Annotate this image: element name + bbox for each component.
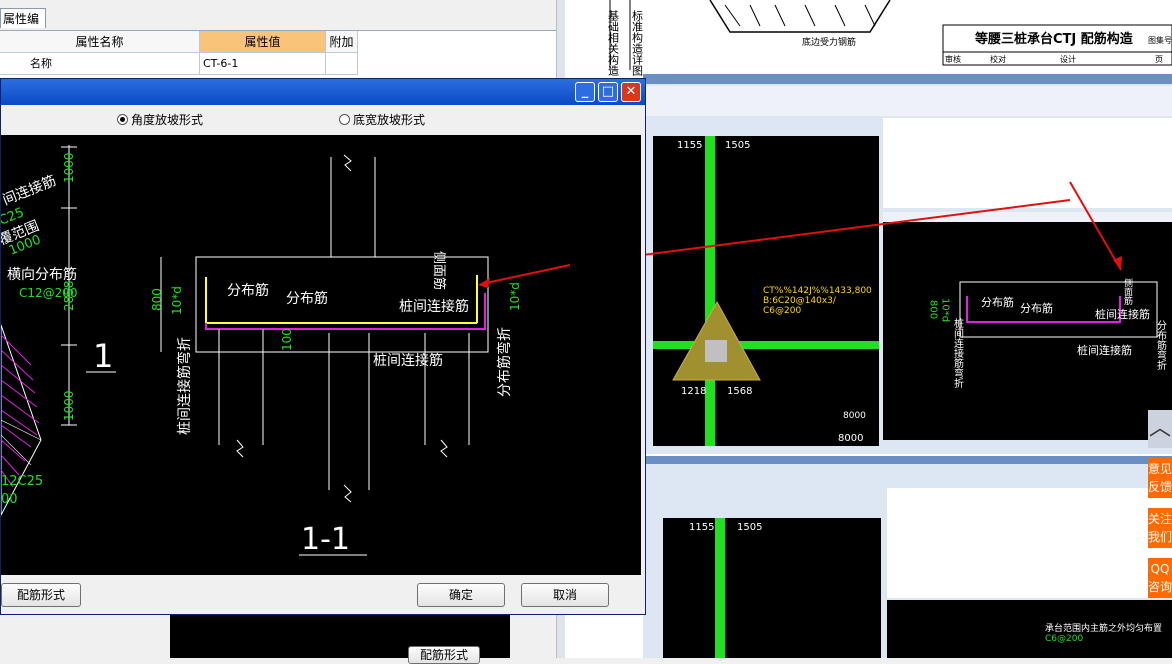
top-dim-4: 1568 — [727, 386, 752, 397]
bottom-note-2: C6@200 — [1045, 634, 1083, 644]
sheet-title-block: 审核 — [945, 54, 961, 64]
reference-images: 基础相关构造 标准构造详图 底边受力钢筋 等腰三桩承台CTJ 配筋构造 审核 校… — [565, 0, 1172, 658]
bottom-dim-1: 1155 — [689, 522, 714, 533]
top-sec-label-4: 桩间连接筋 — [1077, 343, 1132, 357]
maximize-button[interactable]: □ — [598, 82, 618, 102]
plan-section-mark: 1 — [93, 337, 113, 375]
close-button[interactable]: ✕ — [621, 82, 641, 102]
radio-angle-slope[interactable]: 角度放坡形式 — [117, 111, 203, 128]
sheet-side-text-1: 基础相关构造 — [607, 10, 620, 76]
svg-text:校对: 校对 — [990, 54, 1006, 64]
cad-preview-canvas[interactable]: 1000 2858 1000 间连接筋 C25 覆范围 1000 横向分布筋 C… — [1, 135, 641, 575]
svg-text:图集号: 图集号 — [1148, 35, 1172, 45]
column-header-name[interactable]: 属性名称 — [0, 31, 200, 53]
slope-form-options: 角度放坡形式 底宽放坡形式 — [1, 107, 645, 131]
feedback-widget[interactable]: 意见反馈 — [1148, 458, 1172, 498]
section-dim-2: 10*d — [170, 286, 184, 315]
plan-label-1: 间连接筋 — [1, 172, 58, 209]
top-sec-label-7: 分布筋弯折 — [1155, 320, 1167, 371]
radio-width-label: 底宽放坡形式 — [353, 113, 426, 127]
top-sec-label-2: 分布筋 — [1020, 301, 1053, 315]
top-sec-dim-2: 10*d — [940, 298, 951, 322]
section-label-3: 桩间连接筋 — [399, 298, 469, 315]
tab-property-edit[interactable]: 属性编辑 — [0, 8, 46, 46]
section-label-7: 侧面筋 — [431, 251, 447, 290]
section-label-4: 桩间连接筋 — [373, 352, 443, 369]
cancel-button[interactable]: 取消 — [521, 583, 609, 607]
section-dim-1: 800 — [150, 288, 164, 311]
section-dim-4: 10*d — [508, 282, 522, 311]
qq-widget[interactable]: QQ咨询 — [1148, 558, 1172, 598]
rebar-dialog: _ □ ✕ 角度放坡形式 底宽放坡形式 1000 2858 1000 间连接筋 — [0, 78, 646, 615]
section-label-5: 桩间连接筋弯折 — [176, 337, 193, 435]
column-header-value[interactable]: 属性值 — [200, 31, 326, 53]
top-sec-label-6: 桩间连接筋弯折 — [952, 317, 964, 389]
top-dim-1: 1155 — [677, 140, 702, 151]
radio-unchecked-icon[interactable] — [339, 114, 350, 125]
property-value-cell[interactable]: CT-6-1 — [200, 53, 326, 75]
scroll-up-icon[interactable]: ︿ — [1148, 410, 1172, 448]
dialog-titlebar[interactable]: _ □ ✕ — [1, 79, 645, 105]
column-header-extra[interactable]: 附加 — [326, 31, 358, 53]
section-dim-3: 100 — [280, 328, 294, 351]
plan-label-8: 00 — [1, 492, 18, 507]
bottom-note: 承台范围内主筋之外均匀布置 — [1045, 622, 1162, 634]
bottom-form-button[interactable]: 配筋形式 — [408, 646, 480, 664]
dialog-button-row: 配筋形式 确定 取消 — [1, 577, 645, 614]
ok-button[interactable]: 确定 — [417, 583, 505, 607]
sheet-title: 等腰三桩承台CTJ 配筋构造 — [974, 31, 1134, 47]
radio-checked-icon[interactable] — [117, 114, 128, 125]
top-dim-3: 1218 — [681, 386, 706, 397]
rebar-diagram: 1000 2858 1000 间连接筋 C25 覆范围 1000 横向分布筋 C… — [1, 145, 522, 557]
reference-drawing: 基础相关构造 标准构造详图 底边受力钢筋 等腰三桩承台CTJ 配筋构造 审核 校… — [565, 0, 1172, 658]
top-sec-label-3: 桩间连接筋 — [1095, 307, 1150, 321]
top-dim-6: 8000 — [838, 433, 863, 444]
sheet-side-text-2: 标准构造详图 — [631, 9, 644, 77]
plan-label-6: C12@200 — [19, 286, 78, 300]
plan-label-7: 12C25 — [1, 474, 43, 489]
minimize-button[interactable]: _ — [575, 82, 595, 102]
radio-angle-label: 角度放坡形式 — [131, 113, 204, 127]
top-annotation-3: C6@200 — [763, 306, 801, 316]
top-dim-2: 1505 — [725, 140, 750, 151]
top-sec-label-5: 侧面筋 — [1122, 277, 1133, 306]
top-sec-label-1: 分布筋 — [981, 295, 1014, 309]
plan-dim-3: 1000 — [62, 390, 76, 421]
section-label-6: 分布筋弯折 — [496, 327, 513, 397]
property-extra-cell[interactable] — [326, 53, 358, 75]
svg-text:页: 页 — [1155, 55, 1163, 64]
top-annotation-2: B:6C20@140x3/ — [763, 296, 837, 306]
sheet-caption: 底边受力钢筋 — [802, 36, 856, 48]
radio-width-slope[interactable]: 底宽放坡形式 — [339, 111, 425, 128]
svg-text:设计: 设计 — [1060, 54, 1076, 64]
section-title: 1-1 — [301, 522, 350, 557]
section-label-1: 分布筋 — [227, 282, 269, 299]
top-sec-dim-1: 800 — [928, 300, 939, 319]
rebar-form-button[interactable]: 配筋形式 — [1, 583, 81, 607]
property-table: 属性名称 属性值 附加 名称 CT-6-1 — [0, 30, 560, 79]
bottom-dim-2: 1505 — [737, 522, 762, 533]
plan-label-5: 横向分布筋 — [7, 266, 77, 283]
top-annotation-1: CT%%142J%%1433,800 — [763, 286, 872, 296]
plan-dim-1: 1000 — [62, 152, 76, 183]
section-label-2: 分布筋 — [286, 290, 328, 307]
follow-widget[interactable]: 关注我们 — [1148, 508, 1172, 548]
top-dim-5: 8000 — [843, 411, 866, 421]
property-name-cell: 名称 — [0, 53, 200, 75]
